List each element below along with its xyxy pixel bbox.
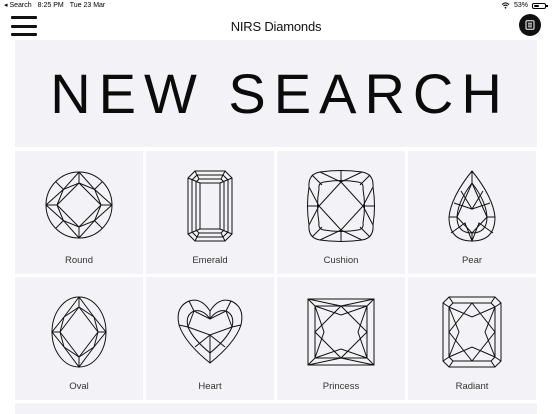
shape-label: Cushion <box>323 255 359 266</box>
page-title: NEW SEARCH <box>50 62 510 125</box>
diamond-shape-grid: Round Emerald Cushion Pear Oval Heart Pr… <box>15 151 537 400</box>
radiant-diamond-icon <box>442 296 502 368</box>
cushion-diamond-icon <box>307 170 375 242</box>
shape-pear[interactable]: Pear <box>408 151 536 274</box>
oval-diamond-icon <box>51 296 107 368</box>
status-bar: ◂ Search 8:25 PM Tue 23 Mar 53% <box>0 0 552 11</box>
heart-diamond-icon <box>177 299 243 364</box>
shape-princess[interactable]: Princess <box>277 277 405 400</box>
navigation-bar: NIRS Diamonds <box>0 11 552 41</box>
back-to-app-link[interactable]: ◂ Search <box>4 0 32 11</box>
shape-radiant[interactable]: Radiant <box>408 277 536 400</box>
list-icon <box>525 20 535 30</box>
shape-label: Emerald <box>192 255 228 266</box>
wifi-icon <box>501 2 510 9</box>
shape-label: Princess <box>322 381 360 392</box>
shape-emerald[interactable]: Emerald <box>146 151 274 274</box>
emerald-diamond-icon <box>187 170 233 242</box>
shape-label: Round <box>65 255 93 266</box>
battery-percent: 53% <box>513 2 528 9</box>
shape-label: Heart <box>198 381 222 392</box>
shape-heart[interactable]: Heart <box>146 277 274 400</box>
battery-level <box>534 4 539 7</box>
status-time: 8:25 PM <box>37 2 64 9</box>
new-search-banner: NEW SEARCH <box>15 40 537 147</box>
princess-diamond-icon <box>307 298 375 366</box>
shape-cushion[interactable]: Cushion <box>277 151 405 274</box>
pear-diamond-icon <box>448 170 496 243</box>
list-button[interactable] <box>519 14 541 36</box>
shape-label: Radiant <box>455 381 489 392</box>
battery-icon <box>532 2 548 9</box>
shape-round[interactable]: Round <box>15 151 143 274</box>
round-diamond-icon <box>45 171 113 239</box>
shape-label: Oval <box>69 381 89 392</box>
shape-label: Pear <box>461 255 483 266</box>
next-row-partial <box>15 403 537 414</box>
shape-oval[interactable]: Oval <box>15 277 143 400</box>
status-date: Tue 23 Mar <box>69 2 106 9</box>
app-title: NIRS Diamonds <box>230 19 322 34</box>
